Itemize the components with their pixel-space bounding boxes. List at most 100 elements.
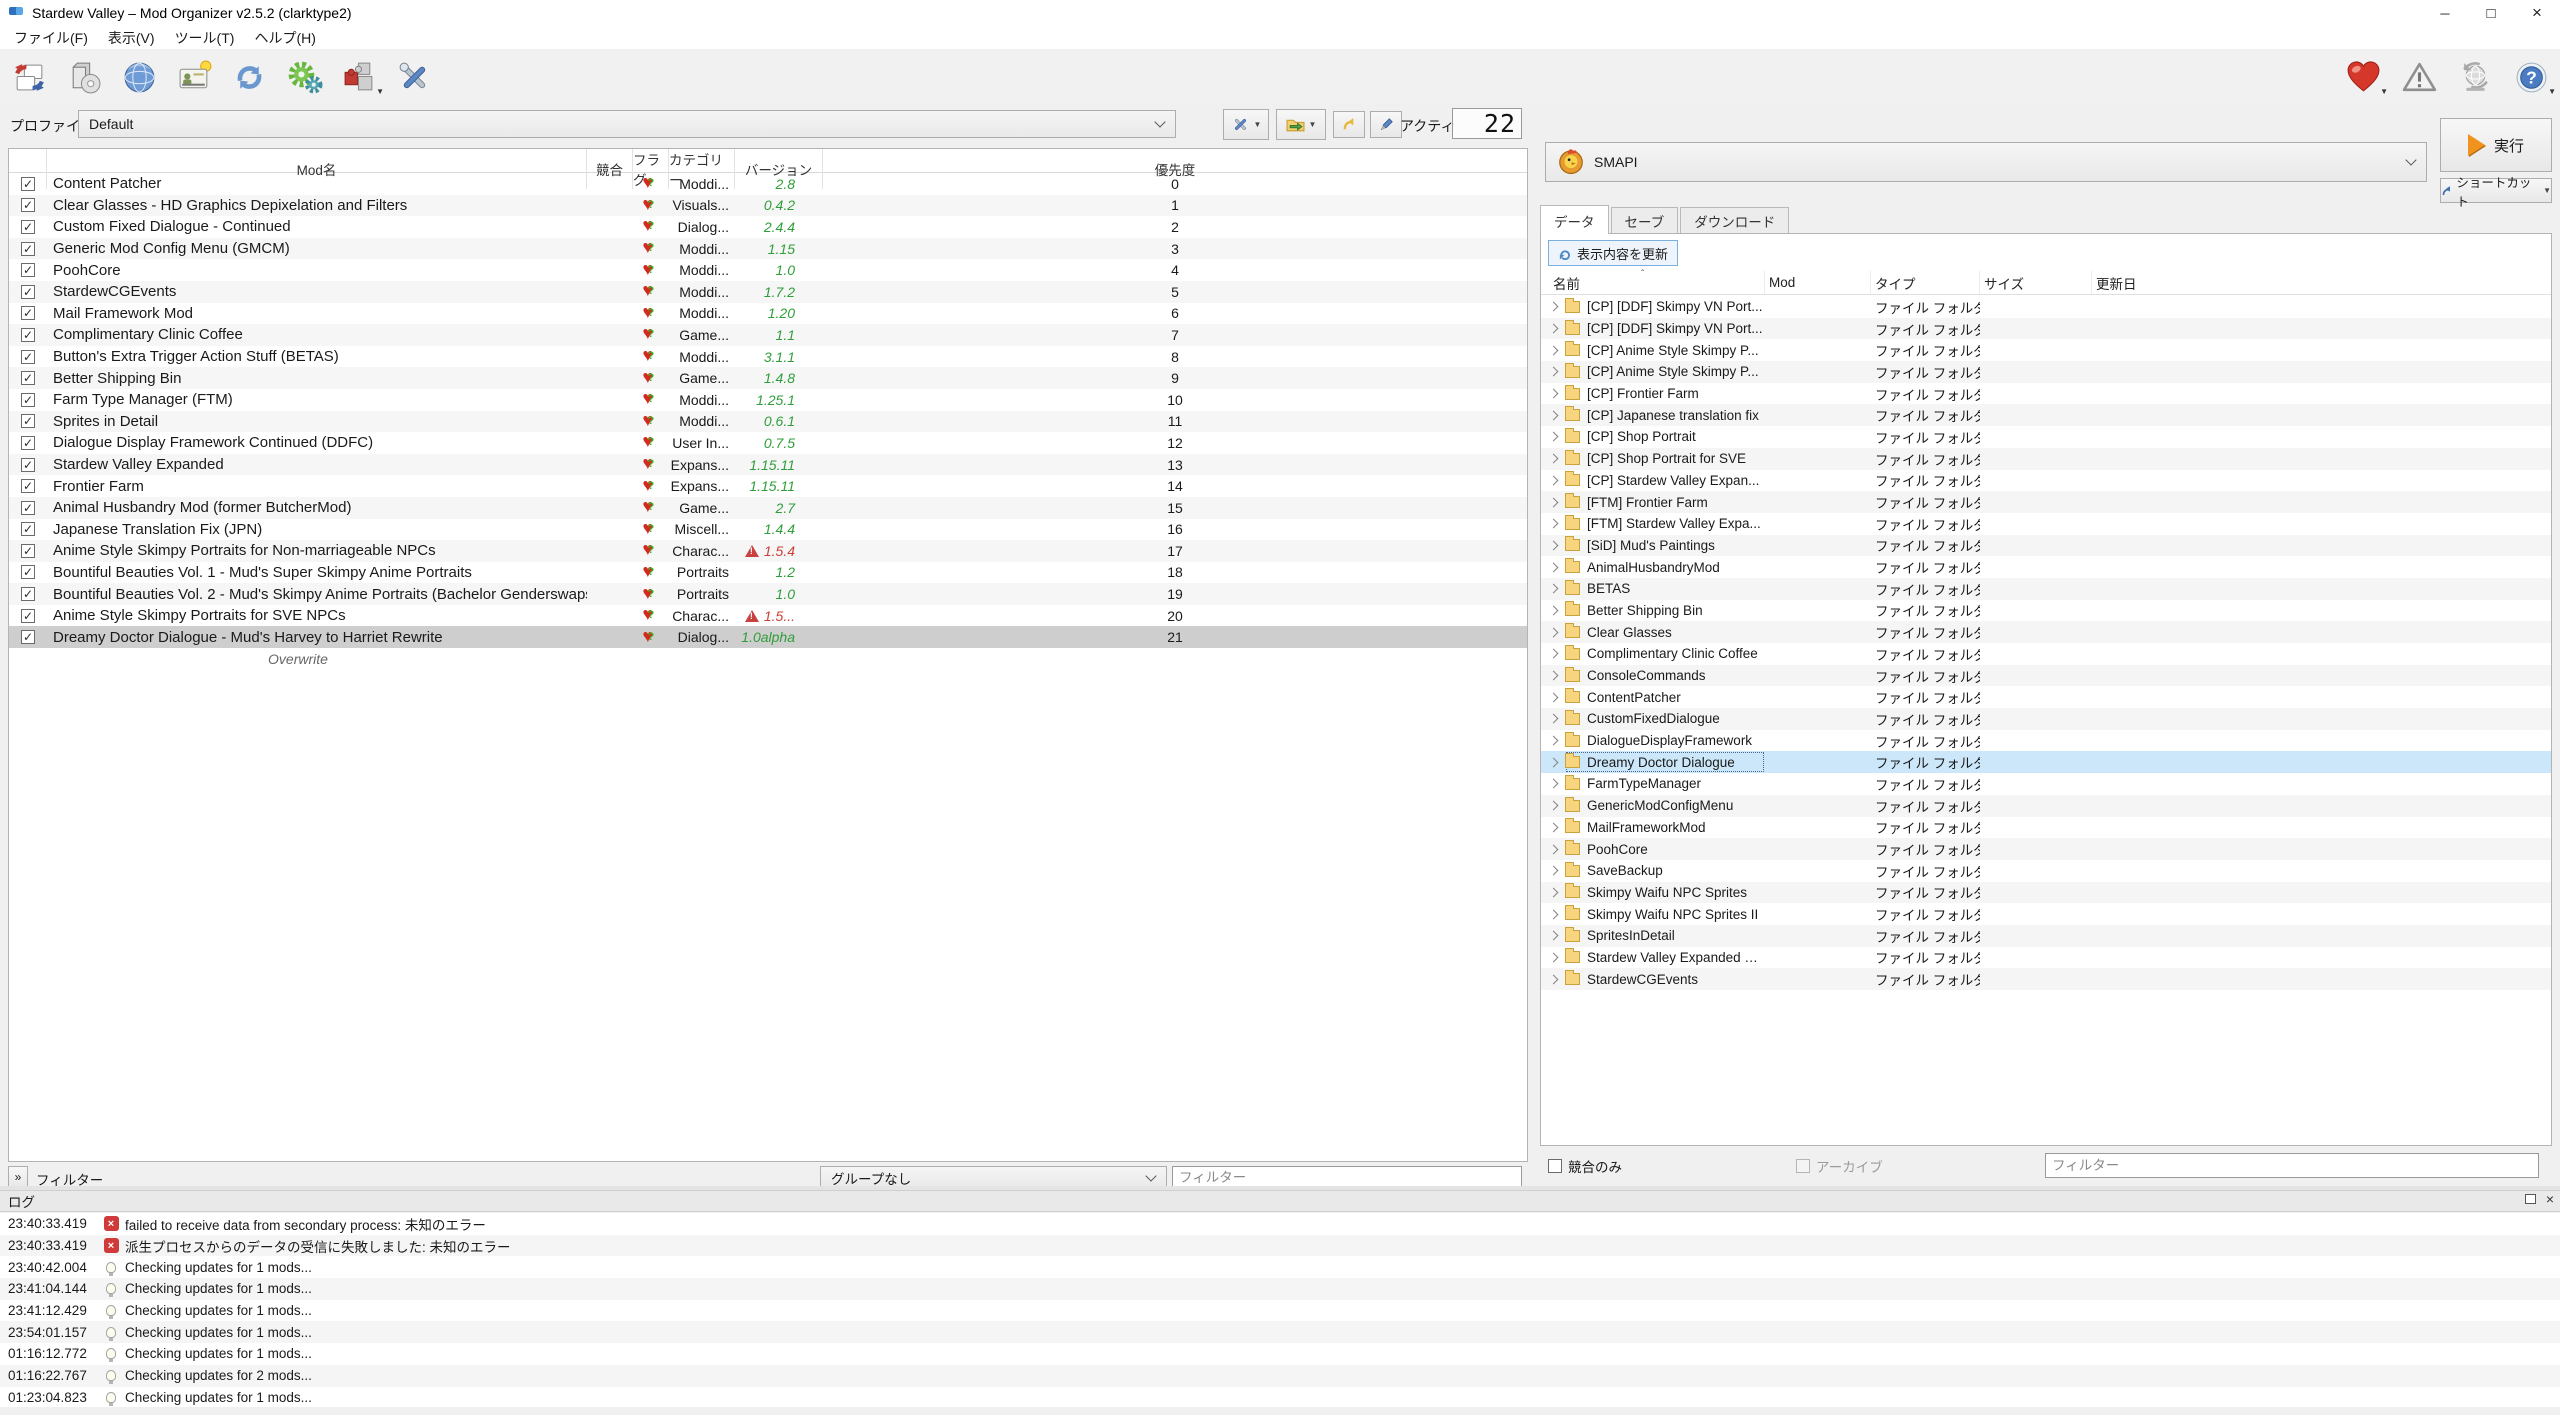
data-tree-row[interactable]: [SiD] Mud's Paintingsファイル フォルダー <box>1541 535 2551 557</box>
data-tree-row[interactable]: ContentPatcherファイル フォルダー <box>1541 686 2551 708</box>
header-version[interactable]: バージョン <box>735 149 823 189</box>
endorse-heart-icon[interactable]: ▼ <box>2342 56 2384 98</box>
menu-tools[interactable]: ツール(T) <box>165 26 245 50</box>
mod-enabled-checkbox[interactable] <box>9 259 47 281</box>
menu-view[interactable]: 表示(V) <box>98 26 165 50</box>
mod-enabled-checkbox[interactable] <box>9 367 47 389</box>
mod-row[interactable]: Complimentary Clinic CoffeeGame...1.17 <box>9 324 1527 346</box>
mod-row[interactable]: Dialogue Display Framework Continued (DD… <box>9 432 1527 454</box>
profile-tools-button[interactable]: ▼ <box>1223 109 1269 140</box>
expand-chevron-icon[interactable] <box>1541 838 1565 860</box>
restore-backup-button[interactable] <box>1370 111 1402 138</box>
expand-chevron-icon[interactable] <box>1541 448 1565 470</box>
mod-row[interactable]: Anime Style Skimpy Portraits for Non-mar… <box>9 540 1527 562</box>
mod-enabled-checkbox[interactable] <box>9 216 47 238</box>
expand-chevron-icon[interactable] <box>1541 795 1565 817</box>
check-updates-icon[interactable] <box>2454 56 2496 98</box>
notifications-warning-icon[interactable] <box>2398 56 2440 98</box>
data-tree-row[interactable]: FarmTypeManagerファイル フォルダー <box>1541 773 2551 795</box>
data-tree-row[interactable]: Clear Glassesファイル フォルダー <box>1541 621 2551 643</box>
expand-chevron-icon[interactable] <box>1541 556 1565 578</box>
mod-enabled-checkbox[interactable] <box>9 346 47 368</box>
mod-enabled-checkbox[interactable] <box>9 238 47 260</box>
mod-enabled-checkbox[interactable] <box>9 583 47 605</box>
mod-enabled-checkbox[interactable] <box>9 454 47 476</box>
data-tree-row[interactable]: Complimentary Clinic Coffeeファイル フォルダー <box>1541 643 2551 665</box>
header-name[interactable]: ˆ名前 <box>1541 271 1765 294</box>
expand-chevron-icon[interactable] <box>1541 925 1565 947</box>
mod-enabled-checkbox[interactable] <box>9 281 47 303</box>
data-tree-row[interactable]: Dreamy Doctor Dialogueファイル フォルダー <box>1541 751 2551 773</box>
expand-chevron-icon[interactable] <box>1541 426 1565 448</box>
expand-chevron-icon[interactable] <box>1541 730 1565 752</box>
mod-row[interactable]: Bountiful Beauties Vol. 1 - Mud's Super … <box>9 562 1527 584</box>
mod-enabled-checkbox[interactable] <box>9 626 47 648</box>
run-button[interactable]: 実行 <box>2440 118 2552 172</box>
mod-row[interactable]: StardewCGEventsModdi...1.7.25 <box>9 281 1527 303</box>
mod-enabled-checkbox[interactable] <box>9 411 47 433</box>
plugins-icon[interactable]: ▼ <box>338 56 380 98</box>
data-tree-row[interactable]: [CP] Frontier Farmファイル フォルダー <box>1541 383 2551 405</box>
install-mod-icon[interactable] <box>8 56 50 98</box>
expand-chevron-icon[interactable] <box>1541 665 1565 687</box>
expand-chevron-icon[interactable] <box>1541 860 1565 882</box>
expand-chevron-icon[interactable] <box>1541 968 1565 990</box>
maximize-button[interactable] <box>2468 0 2514 26</box>
data-tree-row[interactable]: [CP] [DDF] Skimpy VN Port...ファイル フォルダー <box>1541 296 2551 318</box>
mod-row[interactable]: Anime Style Skimpy Portraits for SVE NPC… <box>9 605 1527 627</box>
data-tree-row[interactable]: Skimpy Waifu NPC Sprites IIファイル フォルダー <box>1541 903 2551 925</box>
expand-chevron-icon[interactable] <box>1541 383 1565 405</box>
expand-chevron-icon[interactable] <box>1541 361 1565 383</box>
data-tree-row[interactable]: [FTM] Stardew Valley Expa...ファイル フォルダー <box>1541 513 2551 535</box>
mod-enabled-checkbox[interactable] <box>9 562 47 584</box>
expand-chevron-icon[interactable] <box>1541 686 1565 708</box>
mod-enabled-checkbox[interactable] <box>9 324 47 346</box>
data-tree-row[interactable]: SpritesInDetailファイル フォルダー <box>1541 925 2551 947</box>
mod-row[interactable]: Button's Extra Trigger Action Stuff (BET… <box>9 346 1527 368</box>
mod-enabled-checkbox[interactable] <box>9 475 47 497</box>
header-modified[interactable]: 更新日 <box>2092 271 2551 294</box>
shortcut-button[interactable]: ショートカット ▼ <box>2440 178 2552 203</box>
mod-row[interactable]: Animal Husbandry Mod (former ButcherMod)… <box>9 497 1527 519</box>
mod-row[interactable]: Better Shipping BinGame...1.4.89 <box>9 367 1527 389</box>
profile-select[interactable]: Default <box>78 110 1176 138</box>
mod-row[interactable]: Bountiful Beauties Vol. 2 - Mud's Skimpy… <box>9 583 1527 605</box>
data-tree-row[interactable]: SaveBackupファイル フォルダー <box>1541 860 2551 882</box>
data-tree-row[interactable]: CustomFixedDialogueファイル フォルダー <box>1541 708 2551 730</box>
overwrite-row[interactable]: Overwrite <box>9 648 587 670</box>
backup-button[interactable] <box>1333 111 1365 138</box>
expand-chevron-icon[interactable] <box>1541 621 1565 643</box>
close-icon[interactable]: × <box>2546 1194 2554 1204</box>
data-tree-row[interactable]: GenericModConfigMenuファイル フォルダー <box>1541 795 2551 817</box>
data-tree-row[interactable]: [CP] Shop Portraitファイル フォルダー <box>1541 426 2551 448</box>
expand-chevron-icon[interactable] <box>1541 708 1565 730</box>
tab-data[interactable]: データ <box>1540 205 1609 234</box>
data-filter-input[interactable] <box>2045 1153 2539 1178</box>
help-icon[interactable]: ?▼ <box>2510 56 2552 98</box>
mod-row[interactable]: Japanese Translation Fix (JPN)Miscell...… <box>9 519 1527 541</box>
expand-chevron-icon[interactable] <box>1541 578 1565 600</box>
expand-chevron-icon[interactable] <box>1541 339 1565 361</box>
expand-chevron-icon[interactable] <box>1541 535 1565 557</box>
executables-icon[interactable] <box>283 56 325 98</box>
data-tree-row[interactable]: AnimalHusbandryModファイル フォルダー <box>1541 556 2551 578</box>
close-button[interactable] <box>2514 0 2560 26</box>
data-tree-row[interactable]: StardewCGEventsファイル フォルダー <box>1541 968 2551 990</box>
data-tree-row[interactable]: [CP] Japanese translation fixファイル フォルダー <box>1541 404 2551 426</box>
mod-row[interactable]: Generic Mod Config Menu (GMCM)Moddi...1.… <box>9 238 1527 260</box>
data-tree-row[interactable]: MailFrameworkModファイル フォルダー <box>1541 817 2551 839</box>
browse-nexus-icon[interactable] <box>118 56 160 98</box>
executable-select[interactable]: SMAPI <box>1545 142 2427 182</box>
data-tree-row[interactable]: PoohCoreファイル フォルダー <box>1541 838 2551 860</box>
data-tree-row[interactable]: Skimpy Waifu NPC Spritesファイル フォルダー <box>1541 882 2551 904</box>
log-scrollbar[interactable] <box>0 1407 2560 1415</box>
header-type[interactable]: タイプ <box>1871 271 1980 294</box>
mod-enabled-checkbox[interactable] <box>9 389 47 411</box>
conflicts-only-checkbox[interactable]: 競合のみ <box>1548 1156 1622 1176</box>
menu-help[interactable]: ヘルプ(H) <box>244 26 325 50</box>
menu-file[interactable]: ファイル(F) <box>4 26 98 50</box>
data-tree-row[interactable]: BETASファイル フォルダー <box>1541 578 2551 600</box>
refresh-data-button[interactable]: 表示内容を更新 <box>1548 240 1678 266</box>
header-mod[interactable]: Mod <box>1765 271 1871 294</box>
header-size[interactable]: サイズ <box>1980 271 2092 294</box>
